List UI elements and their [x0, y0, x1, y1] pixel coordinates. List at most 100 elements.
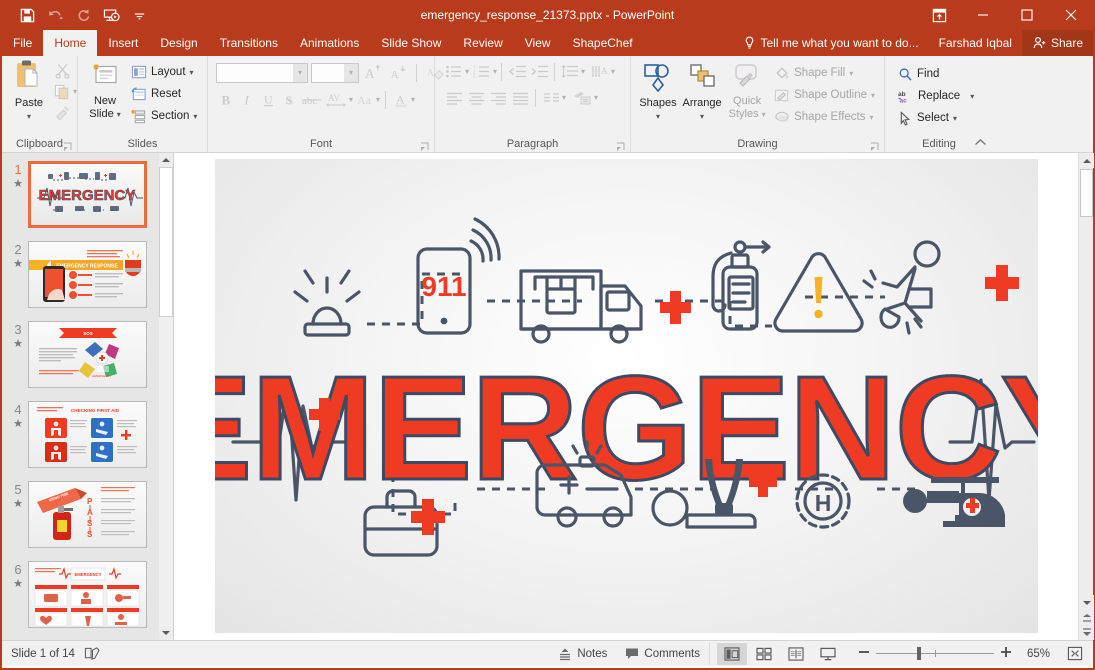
- character-spacing-button[interactable]: AV: [325, 89, 349, 110]
- strikethrough-button[interactable]: abc: [300, 89, 324, 110]
- customize-qat-icon[interactable]: [126, 3, 152, 27]
- font-name-input[interactable]: ▾: [216, 63, 308, 83]
- select-button[interactable]: Select ▾: [894, 107, 978, 129]
- tab-view[interactable]: View: [514, 30, 562, 56]
- align-right-button[interactable]: [487, 87, 509, 108]
- shape-outline-chevron-down-icon[interactable]: ▾: [871, 91, 875, 100]
- close-icon[interactable]: [1049, 0, 1093, 30]
- tab-review[interactable]: Review: [452, 30, 513, 56]
- shapes-chevron-down-icon[interactable]: ▾: [656, 110, 660, 123]
- previous-slide-icon[interactable]: [1079, 610, 1094, 625]
- numbering-chevron-down-icon[interactable]: ▾: [493, 67, 497, 76]
- zoom-slider-handle[interactable]: [917, 647, 921, 660]
- clipboard-dialog-launcher[interactable]: [63, 141, 73, 151]
- thumbnail-slide-1[interactable]: 1 ★: [2, 161, 173, 228]
- copy-button[interactable]: [51, 81, 73, 102]
- arrange-chevron-down-icon[interactable]: ▾: [700, 110, 704, 123]
- increase-indent-button[interactable]: [528, 61, 550, 82]
- layout-button[interactable]: Layout ▾: [127, 61, 201, 83]
- undo-icon[interactable]: [42, 3, 68, 27]
- copy-chevron-down-icon[interactable]: ▾: [73, 87, 77, 96]
- drawing-dialog-launcher[interactable]: [870, 141, 880, 151]
- cut-button[interactable]: [51, 60, 73, 81]
- normal-view-button[interactable]: [717, 643, 747, 665]
- new-slide-button[interactable]: New Slide ▾: [83, 60, 127, 121]
- paste-chevron-down-icon[interactable]: ▾: [27, 110, 31, 123]
- font-size-chevron-down-icon[interactable]: ▾: [344, 64, 358, 82]
- scrollbar-thumb[interactable]: [1080, 169, 1093, 217]
- slide-editing-area[interactable]: 911: [174, 153, 1078, 640]
- minimize-icon[interactable]: [961, 0, 1005, 30]
- line-spacing-button[interactable]: [559, 61, 581, 82]
- columns-chevron-down-icon[interactable]: ▾: [562, 93, 566, 102]
- shapes-button[interactable]: Shapes ▾: [636, 60, 680, 123]
- replace-button[interactable]: abac Replace ▾: [894, 85, 978, 107]
- zoom-out-button[interactable]: [858, 646, 870, 661]
- redo-icon[interactable]: [70, 3, 96, 27]
- tab-transitions[interactable]: Transitions: [209, 30, 289, 56]
- center-button[interactable]: [465, 87, 487, 108]
- find-button[interactable]: Find: [894, 63, 978, 85]
- font-color-chevron-down-icon[interactable]: ▾: [411, 95, 415, 104]
- font-name-chevron-down-icon[interactable]: ▾: [293, 64, 307, 82]
- smartart-chevron-down-icon[interactable]: ▾: [594, 93, 598, 102]
- ribbon-display-options-icon[interactable]: [917, 0, 961, 30]
- font-dialog-launcher[interactable]: [420, 141, 430, 151]
- tab-slide-show[interactable]: Slide Show: [370, 30, 452, 56]
- align-left-button[interactable]: [443, 87, 465, 108]
- text-direction-chevron-down-icon[interactable]: ▾: [611, 67, 615, 76]
- shape-effects-chevron-down-icon[interactable]: ▾: [870, 113, 874, 122]
- save-icon[interactable]: [14, 3, 40, 27]
- bullets-button[interactable]: [443, 61, 465, 82]
- thumbnail-slide-5[interactable]: 5 ★ USING FIRE PAS: [2, 481, 173, 548]
- slide-thumbnail-panel[interactable]: 1 ★: [2, 153, 174, 640]
- tab-animations[interactable]: Animations: [289, 30, 370, 56]
- zoom-slider-track[interactable]: [876, 653, 994, 654]
- bullets-chevron-down-icon[interactable]: ▾: [465, 67, 469, 76]
- reading-view-button[interactable]: [781, 643, 811, 665]
- shape-fill-chevron-down-icon[interactable]: ▾: [849, 69, 853, 78]
- notes-page-icon[interactable]: [84, 646, 100, 661]
- thumbnail-slide-6[interactable]: 6 ★ EMERGENCY: [2, 561, 173, 628]
- font-color-button[interactable]: A: [391, 89, 411, 110]
- thumbnail-panel-scrollbar[interactable]: [159, 153, 173, 640]
- replace-chevron-down-icon[interactable]: ▾: [970, 92, 974, 101]
- thumbnail-scrollbar-thumb[interactable]: [159, 167, 173, 317]
- reset-button[interactable]: Reset: [127, 83, 201, 105]
- fit-to-window-button[interactable]: [1058, 641, 1093, 667]
- section-chevron-down-icon[interactable]: ▾: [193, 112, 197, 121]
- italic-button[interactable]: I: [237, 89, 257, 110]
- paragraph-dialog-launcher[interactable]: [616, 141, 626, 151]
- notes-button[interactable]: Notes: [549, 641, 616, 667]
- paste-button[interactable]: Paste ▾: [7, 58, 51, 123]
- tab-file[interactable]: File: [2, 30, 43, 56]
- line-spacing-chevron-down-icon[interactable]: ▾: [581, 67, 585, 76]
- thumbnail-slide-2[interactable]: 2 ★ EMERGENCY RESPONSE: [2, 241, 173, 308]
- thumbnail-scroll-down-icon[interactable]: [159, 626, 173, 640]
- tab-shapechef[interactable]: ShapeChef: [562, 30, 644, 56]
- collapse-ribbon-button[interactable]: [974, 138, 987, 150]
- section-button[interactable]: Section ▾: [127, 105, 201, 127]
- decrease-font-size-button[interactable]: A: [387, 62, 409, 83]
- zoom-in-button[interactable]: [1000, 646, 1012, 661]
- quick-styles-button[interactable]: Quick Styles ▾: [724, 60, 770, 121]
- tab-design[interactable]: Design: [149, 30, 208, 56]
- convert-to-smartart-button[interactable]: [572, 87, 594, 108]
- restore-icon[interactable]: [1005, 0, 1049, 30]
- shape-outline-button[interactable]: Shape Outline ▾: [770, 84, 879, 106]
- columns-button[interactable]: [540, 87, 562, 108]
- quick-styles-chevron-down-icon[interactable]: ▾: [762, 108, 766, 121]
- account-name[interactable]: Farshad Iqbal: [929, 30, 1022, 56]
- scroll-down-icon[interactable]: [1079, 595, 1094, 610]
- text-shadow-button[interactable]: SS: [279, 89, 299, 110]
- text-direction-button[interactable]: A: [589, 61, 611, 82]
- select-chevron-down-icon[interactable]: ▾: [953, 114, 957, 123]
- tab-insert[interactable]: Insert: [97, 30, 149, 56]
- character-spacing-chevron-down-icon[interactable]: ▾: [349, 95, 353, 104]
- decrease-indent-button[interactable]: [506, 61, 528, 82]
- shape-effects-button[interactable]: Shape Effects ▾: [770, 106, 879, 128]
- shape-fill-button[interactable]: Shape Fill ▾: [770, 62, 879, 84]
- underline-button[interactable]: U: [258, 89, 278, 110]
- change-case-button[interactable]: Aa: [354, 89, 376, 110]
- current-slide-canvas[interactable]: 911: [215, 159, 1038, 633]
